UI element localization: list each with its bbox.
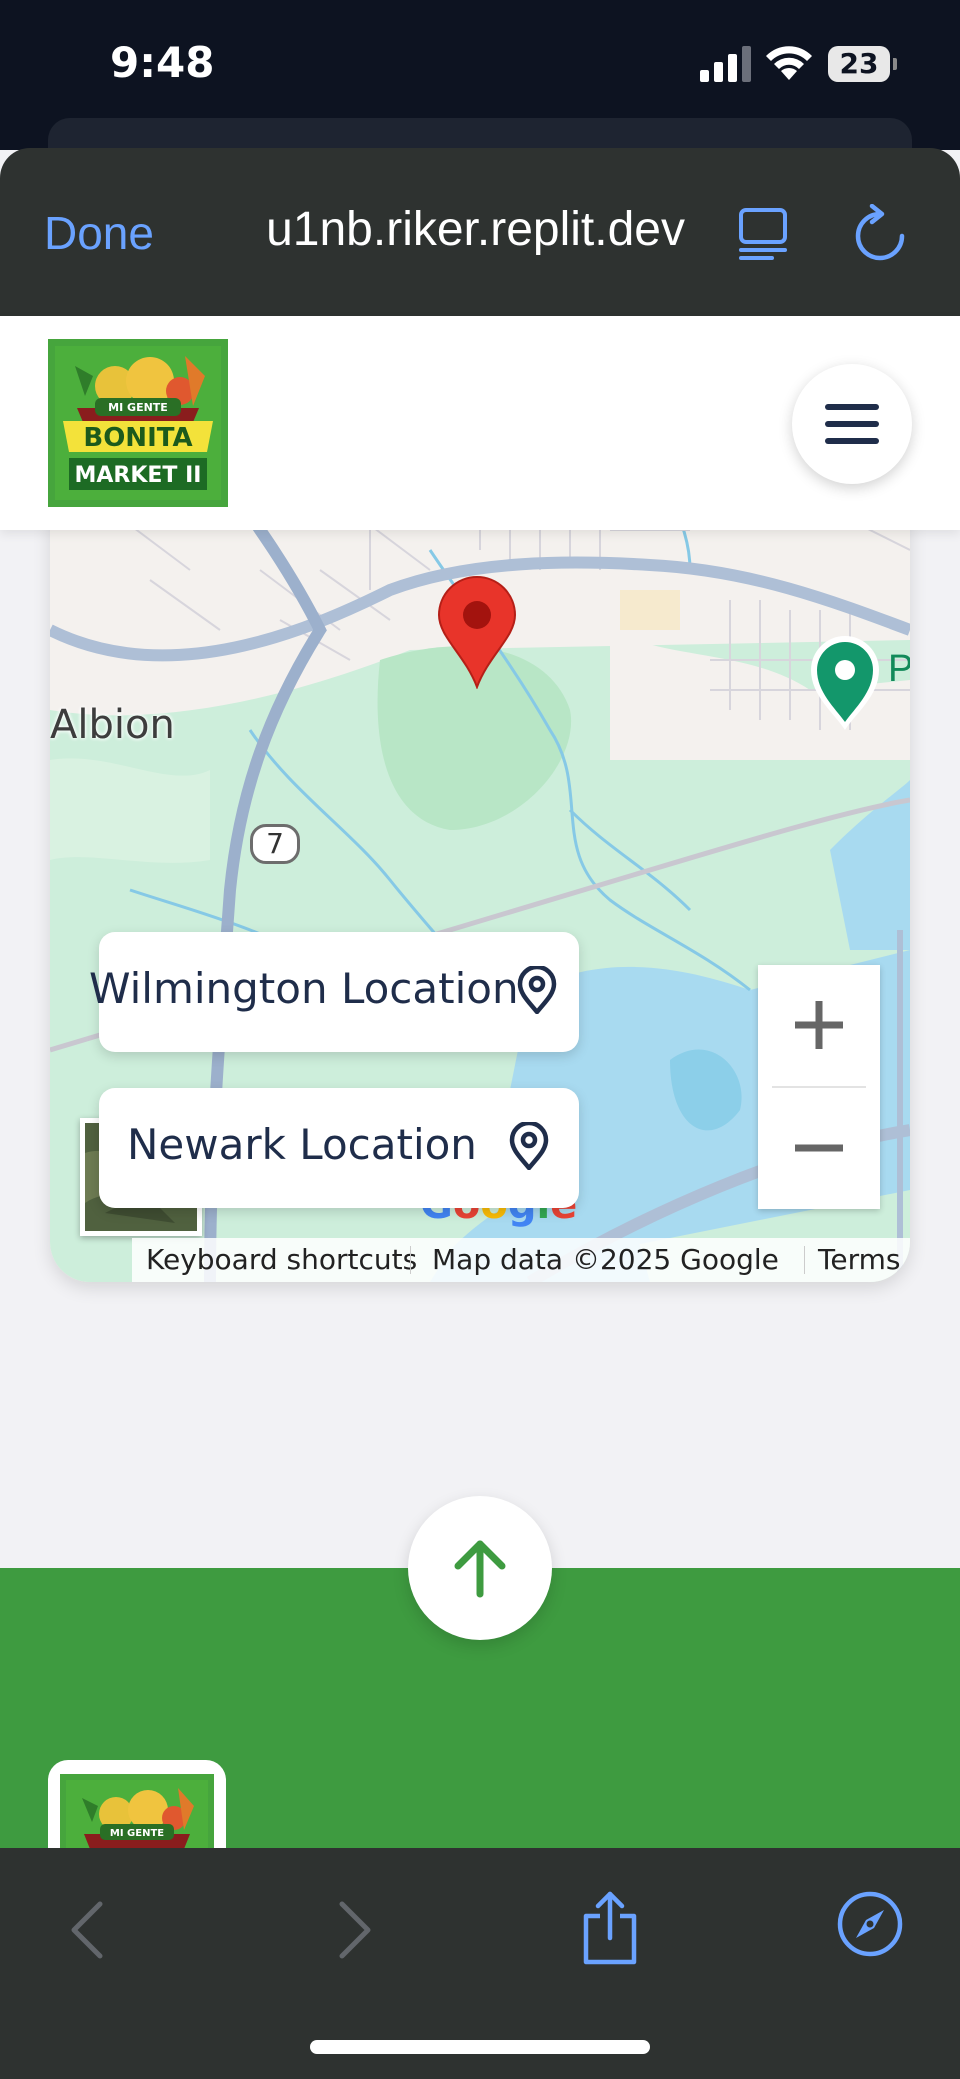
map-embed[interactable]: Albion 7 P Google Wilmington Location Ne…: [50, 430, 910, 1282]
logo-text-top: MI GENTE: [108, 401, 168, 414]
url-field[interactable]: u1nb.riker.replit.dev: [215, 202, 685, 257]
location-label: Wilmington Location: [89, 964, 519, 1013]
done-button[interactable]: Done: [44, 206, 154, 260]
forward-icon[interactable]: [332, 1898, 376, 1962]
scroll-to-top-button[interactable]: [408, 1496, 552, 1640]
back-icon[interactable]: [66, 1898, 110, 1962]
store-logo[interactable]: MI GENTE BONITA MARKET II: [48, 339, 228, 507]
hamburger-menu-button[interactable]: [792, 364, 912, 484]
home-indicator[interactable]: [310, 2040, 650, 2054]
menu-icon-bar: [825, 438, 879, 444]
location-pin-icon: [509, 1122, 549, 1170]
reader-view-icon[interactable]: [738, 206, 790, 262]
map-attribution-bar: Keyboard shortcuts Map data ©2025 Google…: [132, 1238, 910, 1282]
browser-top-bar: Done u1nb.riker.replit.dev: [0, 148, 960, 316]
reload-icon[interactable]: [852, 204, 908, 264]
share-icon[interactable]: [580, 1890, 640, 1966]
logo-text-bottom: MARKET II: [75, 463, 202, 488]
wilmington-location-button[interactable]: Wilmington Location: [89, 932, 579, 1052]
attribution-divider: [804, 1246, 805, 1274]
battery-indicator: 23: [828, 46, 897, 82]
map-town-label: Albion: [50, 702, 175, 748]
footer-logo-text: MI GENTE: [110, 1828, 164, 1839]
site-header: MI GENTE BONITA MARKET II: [0, 316, 960, 530]
keyboard-shortcuts-link[interactable]: Keyboard shortcuts: [146, 1238, 417, 1282]
map-marker-red-icon[interactable]: [435, 575, 519, 689]
zoom-out-button[interactable]: [758, 1088, 880, 1209]
route-shield: 7: [250, 824, 300, 864]
arrow-up-icon: [454, 1540, 506, 1598]
map-poi-green-icon[interactable]: [805, 630, 885, 734]
compass-icon[interactable]: [836, 1890, 904, 1958]
menu-icon-bar: [825, 421, 879, 427]
attribution-divider: [410, 1246, 411, 1274]
wifi-icon: [766, 46, 812, 80]
footer-logo[interactable]: MI GENTE: [48, 1760, 226, 1860]
status-time: 9:48: [110, 38, 215, 87]
location-pin-icon: [517, 966, 557, 1014]
browser-bottom-toolbar: [0, 1848, 960, 2079]
map-zoom-control: [758, 965, 880, 1209]
map-data-text: Map data ©2025 Google: [432, 1243, 779, 1276]
newark-location-button[interactable]: Newark Location: [99, 1088, 579, 1208]
zoom-in-button[interactable]: [758, 965, 880, 1086]
map-poi-label: P: [888, 648, 910, 690]
location-label: Newark Location: [127, 1120, 477, 1169]
logo-text-mid: BONITA: [83, 423, 192, 453]
menu-icon-bar: [825, 404, 879, 410]
terms-link[interactable]: Terms: [818, 1238, 900, 1282]
cellular-signal-icon: [700, 46, 752, 82]
